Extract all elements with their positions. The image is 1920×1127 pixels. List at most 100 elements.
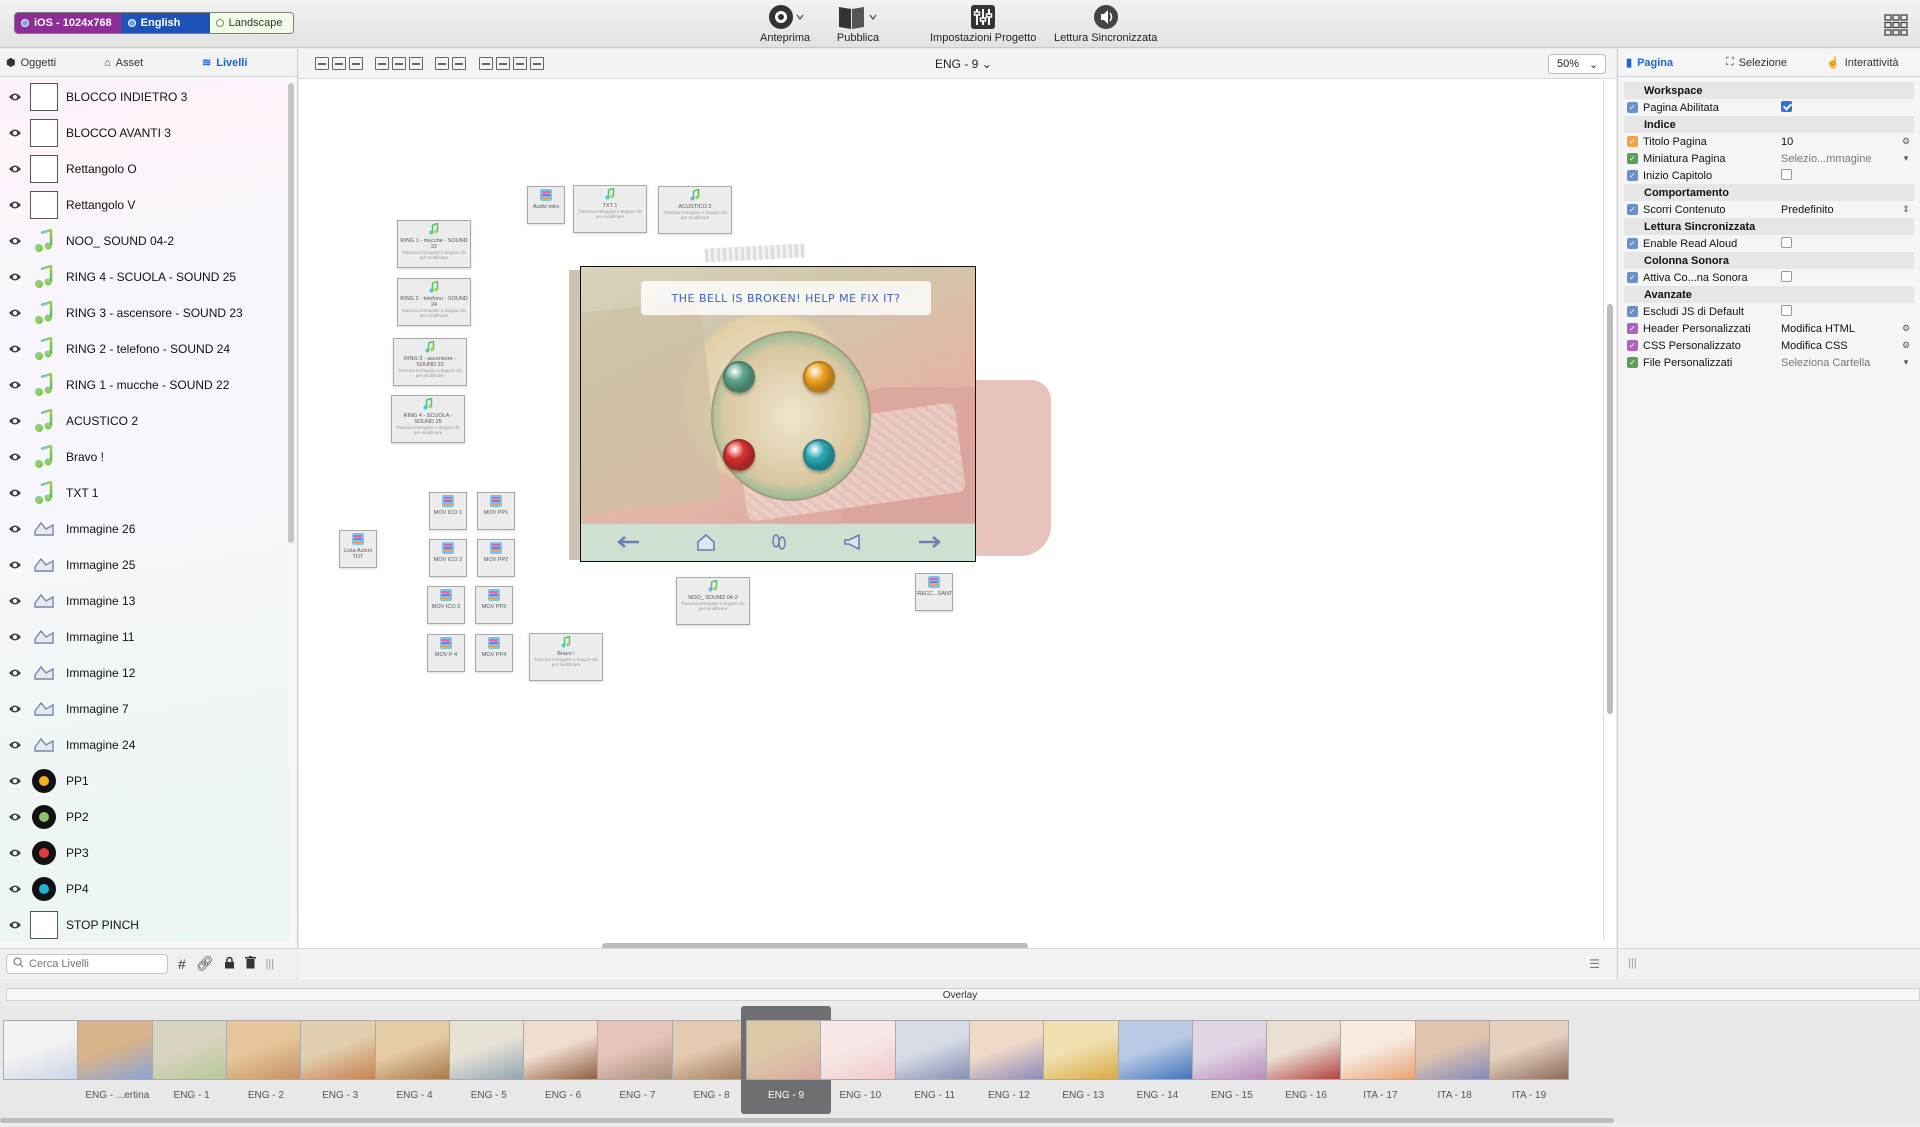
property-checkbox[interactable] <box>1781 168 1792 180</box>
layer-row[interactable]: Bravo ! <box>0 439 290 475</box>
visibility-eye-icon[interactable] <box>0 704 30 714</box>
resize-handle-icon[interactable]: ||| <box>266 958 275 970</box>
action-list-object[interactable]: MOV ICO 3 <box>427 586 465 624</box>
action-list-object[interactable]: MOV PP3 <box>475 586 513 624</box>
tab-selezione[interactable]: ⛶ Selezione <box>1718 56 1818 69</box>
property-value[interactable]: Modifica HTML <box>1781 323 1898 335</box>
visibility-eye-icon[interactable] <box>0 776 30 786</box>
layer-row[interactable]: STOP PINCH <box>0 907 290 941</box>
layer-row[interactable]: Rettangolo O <box>0 151 290 187</box>
property-checkbox[interactable] <box>1781 304 1792 316</box>
green-bell-button[interactable] <box>723 361 755 393</box>
canvas-vertical-scrollbar[interactable] <box>1607 304 1613 714</box>
align-vertical-group[interactable] <box>375 57 423 70</box>
resize-handle-icon[interactable]: ||| <box>1628 957 1637 969</box>
visibility-eye-icon[interactable] <box>0 308 30 318</box>
property-action-icon[interactable]: ⚙ <box>1898 340 1914 351</box>
visibility-eye-icon[interactable] <box>0 272 30 282</box>
visibility-eye-icon[interactable] <box>0 632 30 642</box>
layer-row[interactable]: BLOCCO INDIETRO 3 <box>0 79 290 115</box>
layer-row[interactable]: PP4 <box>0 871 290 907</box>
visibility-eye-icon[interactable] <box>0 164 30 174</box>
visibility-eye-icon[interactable] <box>0 848 30 858</box>
visibility-eye-icon[interactable] <box>0 92 30 102</box>
lock-icon[interactable] <box>224 956 235 972</box>
publish-button[interactable]: Pubblica <box>836 2 880 44</box>
visibility-eye-icon[interactable] <box>0 920 30 930</box>
audio-object[interactable]: RING 3 - ascensore - SOUND 23 Trascina im… <box>393 338 467 386</box>
send-backward-icon[interactable] <box>513 57 527 70</box>
layer-row[interactable]: Immagine 13 <box>0 583 290 619</box>
visibility-eye-icon[interactable] <box>0 740 30 750</box>
layer-row[interactable]: PP2 <box>0 799 290 835</box>
action-list-object[interactable]: MOV P 4 <box>427 634 465 672</box>
property-value[interactable]: Selezio...mmagine <box>1781 153 1898 165</box>
overlay-bar[interactable]: Overlay <box>0 986 1920 1004</box>
layer-row[interactable]: Immagine 7 <box>0 691 290 727</box>
action-list-object[interactable]: MOV PP1 <box>477 492 515 530</box>
tab-oggetti[interactable]: ⬢ Oggetti <box>0 56 98 70</box>
teal-bell-button[interactable] <box>803 439 835 471</box>
align-center-icon[interactable] <box>332 57 346 70</box>
property-section-header[interactable]: Colonna Sonora <box>1624 252 1914 269</box>
orange-bell-button[interactable] <box>803 361 835 393</box>
visibility-eye-icon[interactable] <box>0 812 30 822</box>
align-top-icon[interactable] <box>375 57 389 70</box>
visibility-eye-icon[interactable] <box>0 416 30 426</box>
audio-object[interactable]: NOO_ SOUND 04-2 Trascina immagine o doppi… <box>676 577 750 625</box>
property-section-header[interactable]: Avanzate <box>1624 286 1914 303</box>
language-pill[interactable]: English <box>121 13 210 33</box>
align-middle-icon[interactable] <box>392 57 406 70</box>
audio-object[interactable]: RING 1 - mucche - SOUND 22 Trascina immag… <box>397 220 471 268</box>
zoom-select[interactable]: 50% ⌄ <box>1548 54 1606 74</box>
tab-asset[interactable]: ⌂ Asset <box>98 57 196 69</box>
editor-canvas[interactable]: THE BELL IS BROKEN! HELP ME FIX IT? Audi… <box>299 80 1604 940</box>
visibility-eye-icon[interactable] <box>0 560 30 570</box>
visibility-eye-icon[interactable] <box>0 524 30 534</box>
layers-search[interactable] <box>6 953 168 974</box>
property-action-icon[interactable]: ⇕ <box>1898 204 1914 215</box>
audio-object[interactable]: RING 2 - telefono - SOUND 24 Trascina imm… <box>397 278 471 326</box>
layers-scrollbar[interactable] <box>288 83 294 543</box>
layer-row[interactable]: PP1 <box>0 763 290 799</box>
layers-list[interactable]: BLOCCO INDIETRO 3 BLOCCO AVANTI 3 Rettango… <box>0 79 290 941</box>
visibility-eye-icon[interactable] <box>0 128 30 138</box>
audio-object[interactable]: Bravo ! Trascina immagine o doppio-clic p… <box>529 633 603 681</box>
tab-pagina[interactable]: ▮ Pagina <box>1618 56 1718 70</box>
property-action-icon[interactable]: ⚙ <box>1898 136 1914 147</box>
property-section-header[interactable]: Workspace <box>1624 82 1914 99</box>
property-value[interactable]: Seleziona Cartella <box>1781 357 1898 369</box>
preview-button[interactable]: Anteprima <box>760 2 810 44</box>
property-action-icon[interactable]: ⚙ <box>1898 323 1914 334</box>
visibility-eye-icon[interactable] <box>0 488 30 498</box>
audio-object[interactable]: TXT 1 Trascina immagine o doppio-clic per… <box>573 185 647 233</box>
layers-search-input[interactable] <box>29 957 149 970</box>
orientation-pill[interactable]: Landscape <box>209 13 293 33</box>
bring-front-icon[interactable] <box>479 57 493 70</box>
trash-icon[interactable] <box>244 955 256 972</box>
tab-interattivita[interactable]: ☝ Interattività <box>1818 56 1918 70</box>
layer-row[interactable]: Immagine 25 <box>0 547 290 583</box>
layer-row[interactable]: RING 3 - ascensore - SOUND 23 <box>0 295 290 331</box>
grid-view-icon[interactable] <box>1884 14 1908 39</box>
visibility-eye-icon[interactable] <box>0 668 30 678</box>
visibility-eye-icon[interactable] <box>0 596 30 606</box>
layer-row[interactable]: Immagine 12 <box>0 655 290 691</box>
layer-row[interactable]: Immagine 26 <box>0 511 290 547</box>
page-selector[interactable]: ENG - 9 ⌄ <box>935 57 992 71</box>
menu-lines-icon[interactable]: ☰ <box>1589 957 1600 971</box>
action-list-object[interactable]: Audio intro <box>527 186 565 224</box>
property-value[interactable]: 10 <box>1781 136 1898 148</box>
layer-row[interactable]: Immagine 11 <box>0 619 290 655</box>
property-checkbox[interactable] <box>1781 270 1792 282</box>
align-left-icon[interactable] <box>315 57 329 70</box>
layer-row[interactable]: Immagine 24 <box>0 727 290 763</box>
tab-livelli[interactable]: ≋ Livelli <box>196 56 294 70</box>
property-action-icon[interactable]: ▾ <box>1898 153 1914 164</box>
layer-row[interactable]: TXT 1 <box>0 475 290 511</box>
target-selector[interactable]: iOS - 1024x768 English Landscape <box>14 12 294 34</box>
layer-row[interactable]: NOO_ SOUND 04-2 <box>0 223 290 259</box>
visibility-eye-icon[interactable] <box>0 200 30 210</box>
action-list-object[interactable]: Lista Azioni TOT <box>339 530 377 568</box>
visibility-eye-icon[interactable] <box>0 344 30 354</box>
